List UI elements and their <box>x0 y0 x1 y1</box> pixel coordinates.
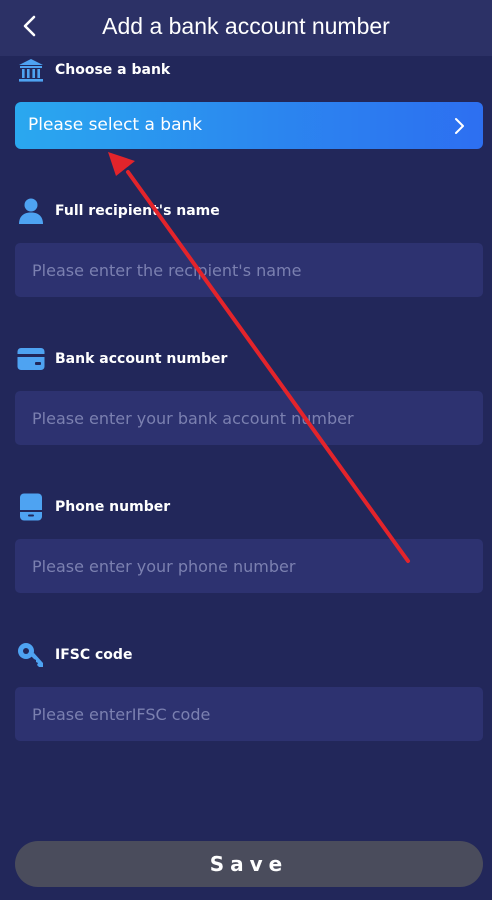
phone-icon <box>17 493 45 521</box>
ifsc-label-row: IFSC code <box>17 641 132 669</box>
ifsc-code-input[interactable] <box>15 687 483 741</box>
page-title: Add a bank account number <box>102 13 390 39</box>
account-number-input[interactable] <box>15 391 483 445</box>
ifsc-label: IFSC code <box>55 647 133 663</box>
person-icon <box>17 197 45 225</box>
recipient-name-input[interactable] <box>15 243 483 297</box>
key-icon <box>17 641 45 669</box>
bank-select-text: Please select a bank <box>28 115 203 135</box>
bank-icon <box>17 56 45 84</box>
phone-number-input[interactable] <box>15 539 483 593</box>
phone-label: Phone number <box>55 499 171 515</box>
choose-bank-label-row: Choose a bank <box>17 56 170 84</box>
account-label: Bank account number <box>55 351 228 367</box>
save-button[interactable]: Save <box>15 841 483 887</box>
phone-label-row: Phone number <box>17 493 170 521</box>
bank-select-dropdown[interactable]: Please select a bank <box>15 102 483 149</box>
choose-bank-label: Choose a bank <box>55 62 171 78</box>
recipient-label: Full recipient's name <box>55 203 220 219</box>
chevron-right-icon <box>455 118 464 134</box>
account-label-row: Bank account number <box>17 345 227 373</box>
card-icon <box>17 345 45 373</box>
top-bar: Add a bank account number <box>0 0 492 56</box>
recipient-label-row: Full recipient's name <box>17 197 220 225</box>
